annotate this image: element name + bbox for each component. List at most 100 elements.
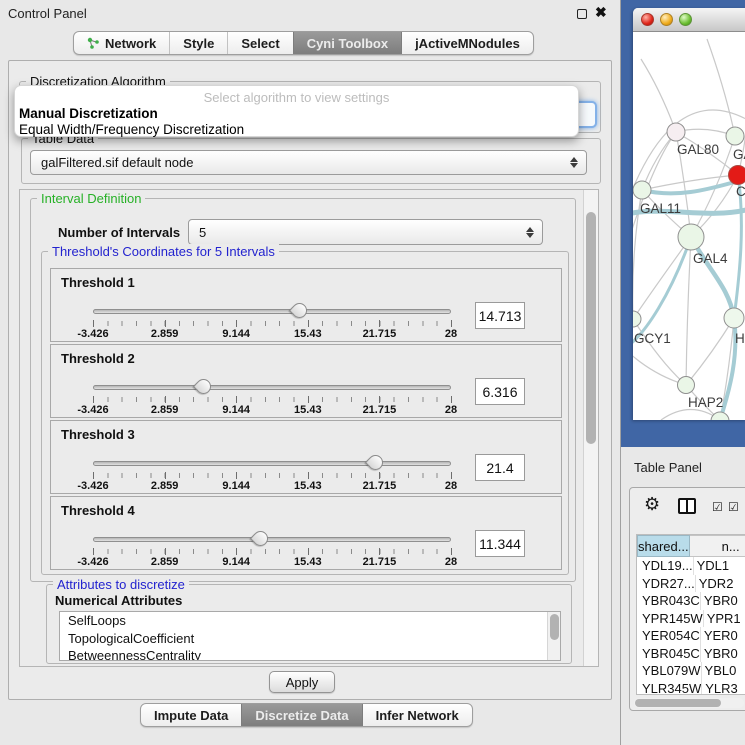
- list-item-selfloops[interactable]: SelfLoops: [60, 612, 560, 630]
- scrollbar-thumb[interactable]: [550, 614, 559, 640]
- slider-major-tick: [308, 472, 309, 479]
- table-data-combobox[interactable]: galFiltered.sif default node: [30, 150, 587, 175]
- network-node-top-right[interactable]: [726, 127, 744, 145]
- network-node-hap2[interactable]: [678, 377, 695, 394]
- slider-major-tick: [236, 548, 237, 555]
- minimize-traffic-light-icon[interactable]: [660, 13, 673, 26]
- cell-shared-name[interactable]: YLR345W: [637, 680, 701, 696]
- table-horizontal-scrollbar[interactable]: [634, 698, 744, 708]
- slider-track[interactable]: [93, 461, 451, 466]
- settings-scrollbar[interactable]: [583, 190, 598, 666]
- cell-name[interactable]: YDR2: [695, 575, 745, 593]
- network-node-gal11[interactable]: [633, 181, 651, 199]
- cell-shared-name[interactable]: YDR27...: [637, 575, 695, 593]
- number-of-intervals-combobox[interactable]: 5: [188, 219, 543, 245]
- network-node-gal80[interactable]: [667, 123, 685, 141]
- threshold-1-slider-thumb[interactable]: [288, 300, 309, 321]
- cell-shared-name[interactable]: YDL19...: [637, 557, 693, 575]
- slider-major-tick: [165, 548, 166, 555]
- cell-shared-name[interactable]: YER054C: [637, 627, 700, 645]
- control-panel-title: Control Panel: [8, 6, 87, 21]
- tab-cyni-toolbox[interactable]: Cyni Toolbox: [293, 32, 401, 54]
- threshold-2-label: Threshold 2: [61, 351, 135, 366]
- cell-shared-name[interactable]: YBR045C: [637, 645, 700, 663]
- tab-style[interactable]: Style: [169, 32, 227, 54]
- table-header-row: shared... n...: [637, 535, 745, 557]
- algorithm-option-equal-width-frequency[interactable]: Equal Width/Frequency Discretization: [19, 122, 244, 137]
- slider-major-tick: [93, 396, 94, 403]
- checkbox-icon[interactable]: ☑: [712, 500, 723, 514]
- tab-impute-data[interactable]: Impute Data: [141, 704, 241, 726]
- cell-name[interactable]: YPR1: [703, 610, 745, 628]
- attributes-list-scrollbar[interactable]: [547, 612, 560, 660]
- zoom-traffic-light-icon[interactable]: [679, 13, 692, 26]
- table-row[interactable]: YLR345WYLR3: [637, 680, 745, 696]
- network-node-h[interactable]: [724, 308, 744, 328]
- cell-shared-name[interactable]: YBR043C: [637, 592, 700, 610]
- cell-name[interactable]: YER0: [700, 627, 745, 645]
- cell-name[interactable]: YDL1: [693, 557, 745, 575]
- network-node-bottom[interactable]: [711, 412, 729, 420]
- threshold-1-slider[interactable]: -3.426 2.859 9.144 15.43 21.715 28: [93, 299, 451, 341]
- table-row[interactable]: YBR045CYBR0: [637, 645, 745, 663]
- threshold-3-slider[interactable]: -3.426 2.859 9.144 15.43 21.715 28: [93, 451, 451, 493]
- gear-icon[interactable]: ⚙: [644, 494, 660, 515]
- split-columns-icon[interactable]: [678, 498, 696, 514]
- threshold-4-slider-thumb[interactable]: [250, 528, 271, 549]
- slider-track[interactable]: [93, 309, 451, 314]
- algorithm-option-manual-discretization[interactable]: Manual Discretization: [19, 106, 158, 121]
- cell-name[interactable]: YLR3: [701, 680, 745, 696]
- tab-select[interactable]: Select: [227, 32, 292, 54]
- table-row[interactable]: YDL19...YDL1: [637, 557, 745, 575]
- apply-button[interactable]: Apply: [269, 671, 335, 693]
- column-header-name[interactable]: n...: [690, 535, 745, 557]
- tick-label: -3.426: [77, 328, 108, 340]
- close-traffic-light-icon[interactable]: [641, 13, 654, 26]
- tab-discretize-data[interactable]: Discretize Data: [241, 704, 361, 726]
- right-pane: GAL80 GA C GAL11 GAL4 GCY1 H HAP2 Table …: [620, 0, 745, 745]
- slider-track[interactable]: [93, 385, 451, 390]
- cell-name[interactable]: YBR0: [700, 592, 745, 610]
- slider-track[interactable]: [93, 537, 451, 542]
- scrollbar-thumb[interactable]: [586, 212, 596, 444]
- threshold-4-slider[interactable]: -3.426 2.859 9.144 15.43 21.715 28: [93, 527, 451, 569]
- threshold-2-slider[interactable]: -3.426 2.859 9.144 15.43 21.715 28: [93, 375, 451, 417]
- threshold-3-slider-thumb[interactable]: [365, 452, 386, 473]
- threshold-2-value-field[interactable]: [475, 378, 525, 405]
- table-row[interactable]: YBL079WYBL0: [637, 662, 745, 680]
- attributes-group-title: Attributes to discretize: [53, 577, 189, 592]
- network-node-red-selected[interactable]: [729, 166, 745, 185]
- column-header-shared-name[interactable]: shared...: [637, 535, 690, 557]
- cell-name[interactable]: YBL0: [701, 662, 745, 680]
- table-row[interactable]: YBR043CYBR0: [637, 592, 745, 610]
- tab-infer-network[interactable]: Infer Network: [362, 704, 472, 726]
- cell-name[interactable]: YBR0: [700, 645, 745, 663]
- checkbox-icon[interactable]: ☑: [728, 500, 739, 514]
- table-row[interactable]: YER054CYER0: [637, 627, 745, 645]
- slider-major-tick: [379, 396, 380, 403]
- slider-major-tick: [451, 472, 452, 479]
- threshold-2-slider-thumb[interactable]: [193, 376, 214, 397]
- network-canvas[interactable]: GAL80 GA C GAL11 GAL4 GCY1 H HAP2: [633, 33, 745, 420]
- network-node-gal4[interactable]: [678, 224, 704, 250]
- node-label-hap2: HAP2: [688, 395, 723, 410]
- network-window-titlebar[interactable]: [633, 8, 745, 32]
- algorithm-dropdown-popup: Select algorithm to view settings Manual…: [14, 85, 579, 137]
- table-row[interactable]: YDR27...YDR2: [637, 575, 745, 593]
- list-item-betweennesscentrality[interactable]: BetweennessCentrality: [60, 647, 560, 661]
- tab-select-label: Select: [241, 36, 279, 51]
- network-node-gcy1[interactable]: [633, 311, 641, 327]
- list-item-topologicalcoefficient[interactable]: TopologicalCoefficient: [60, 630, 560, 648]
- cell-shared-name[interactable]: YBL079W: [637, 662, 701, 680]
- close-icon[interactable]: ✖: [595, 4, 607, 21]
- tick-label: 28: [445, 328, 457, 340]
- tab-network[interactable]: Network: [74, 32, 169, 54]
- float-window-icon[interactable]: [577, 9, 587, 19]
- scrollbar-thumb[interactable]: [635, 699, 721, 707]
- threshold-1-value-field[interactable]: [475, 302, 525, 329]
- cell-shared-name[interactable]: YPR145W: [637, 610, 703, 628]
- threshold-4-value-field[interactable]: [475, 530, 525, 557]
- table-row[interactable]: YPR145WYPR1: [637, 610, 745, 628]
- tab-jactivemnodules[interactable]: jActiveMNodules: [401, 32, 533, 54]
- threshold-3-value-field[interactable]: [475, 454, 525, 481]
